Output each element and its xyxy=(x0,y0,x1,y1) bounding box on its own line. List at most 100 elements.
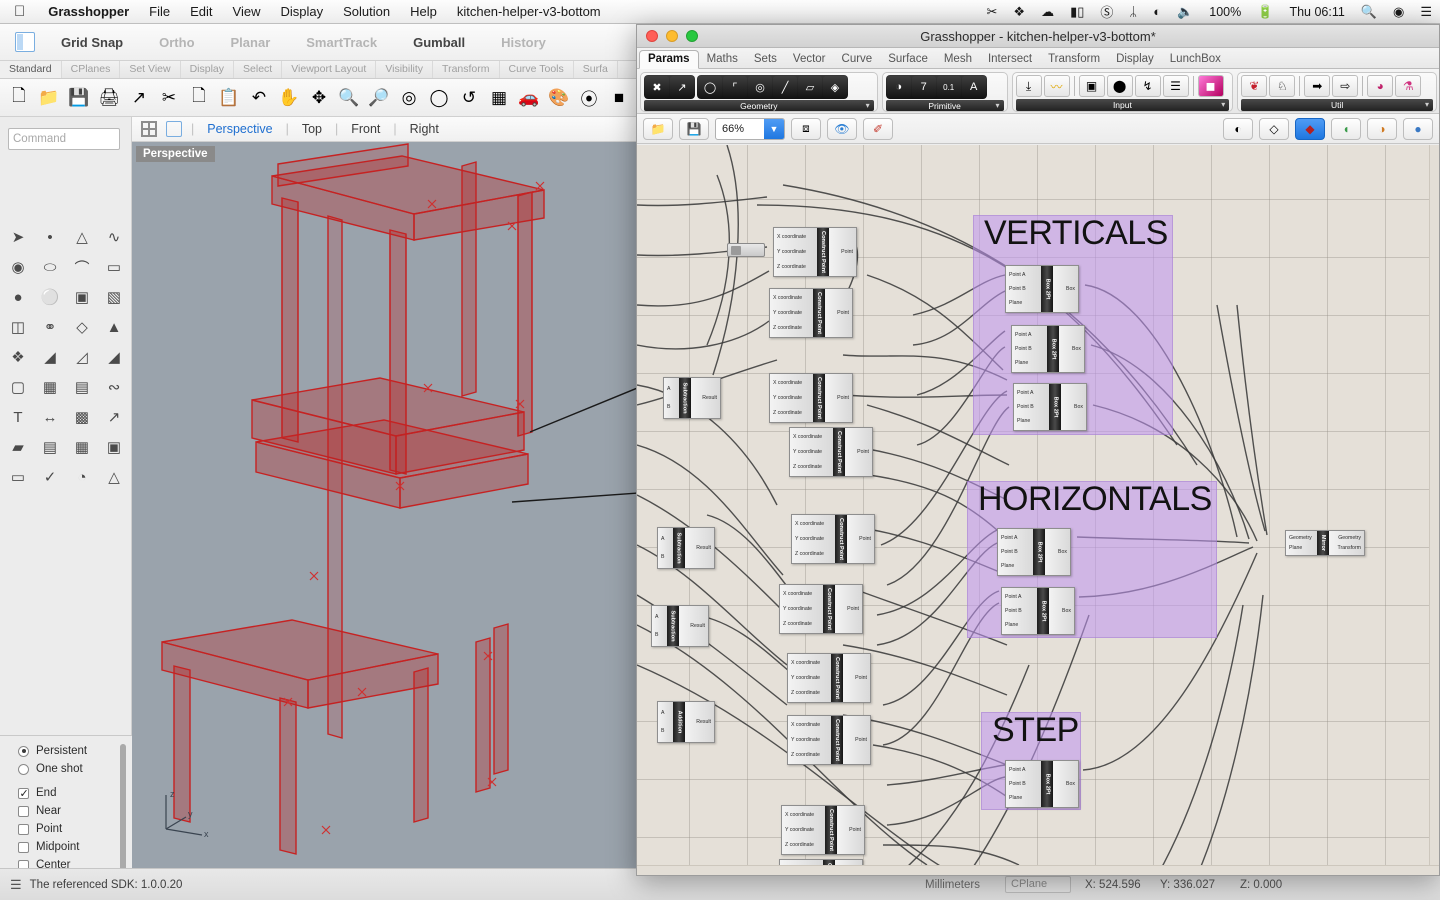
primitive-expand-icon[interactable]: ▾ xyxy=(996,101,1000,110)
grasshopper-title-bar[interactable]: Grasshopper - kitchen-helper-v3-bottom* xyxy=(637,25,1439,48)
sub1-input-b[interactable]: B xyxy=(667,404,670,410)
bh1-input-plane[interactable]: Plane xyxy=(1001,563,1014,569)
open-folder-icon[interactable]: 📁 xyxy=(34,83,64,113)
bv3-input-point-a[interactable]: Point A xyxy=(1017,390,1033,396)
sphere-preview-icon[interactable]: ● xyxy=(1403,118,1433,140)
cp5-input-x[interactable]: X coordinate xyxy=(795,521,824,527)
cp7-input-x[interactable]: X coordinate xyxy=(791,660,820,666)
gh-tab-transform[interactable]: Transform xyxy=(1040,51,1108,68)
bh2-name[interactable]: Box 2Pt xyxy=(1037,587,1049,635)
volume-icon[interactable]: 🔈 xyxy=(1169,4,1201,20)
dim-icon[interactable]: ↔ xyxy=(34,402,66,432)
rhino-tab-surface[interactable]: Surfa xyxy=(574,61,618,78)
cp1-input-y[interactable]: Y coordinate xyxy=(777,249,806,255)
bv2-output-box[interactable]: Box xyxy=(1072,346,1081,352)
shaded-preview-icon[interactable]: ◆ xyxy=(1295,118,1325,140)
shade-icon[interactable]: ◔ xyxy=(66,462,98,492)
minimize-button[interactable] xyxy=(666,30,678,42)
colour-picker-icon[interactable]: ◼ xyxy=(1198,75,1224,97)
sub2-output-result[interactable]: Result xyxy=(696,545,711,551)
checkbox-end[interactable] xyxy=(18,788,29,799)
component-construct-point-6[interactable]: X coordinate Y coordinate Z coordinate C… xyxy=(779,584,863,634)
mirror-input-geometry[interactable]: Geometry xyxy=(1289,535,1312,541)
gh-tab-maths[interactable]: Maths xyxy=(699,51,746,68)
grid-icon[interactable]: ▦ xyxy=(484,83,514,113)
component-construct-point-7[interactable]: X coordinate Y coordinate Z coordinate C… xyxy=(787,653,871,703)
cp4-input-z[interactable]: Z coordinate xyxy=(793,464,822,470)
block-icon[interactable]: ▣ xyxy=(98,432,130,462)
gh-tab-intersect[interactable]: Intersect xyxy=(980,51,1040,68)
gh-tab-sets[interactable]: Sets xyxy=(746,51,785,68)
component-box2pt-step-1[interactable]: Point A Point B Plane Box 2Pt Box xyxy=(1005,760,1079,808)
cp8-name[interactable]: Construct Point xyxy=(831,715,843,765)
cp8-input-z[interactable]: Z coordinate xyxy=(791,752,820,758)
cp4-input-y[interactable]: Y coordinate xyxy=(793,449,822,455)
bv1-name[interactable]: Box 2Pt xyxy=(1041,265,1053,313)
add1-name[interactable]: Addition xyxy=(673,701,685,743)
component-box2pt-horizontal-2[interactable]: Point A Point B Plane Box 2Pt Box xyxy=(1001,587,1075,635)
sweep-icon[interactable]: ∾ xyxy=(98,372,130,402)
rhino-tab-visibility[interactable]: Visibility xyxy=(376,61,433,78)
bs1-input-point-b[interactable]: Point B xyxy=(1009,781,1026,787)
geometry-expand-icon[interactable]: ▾ xyxy=(866,101,870,110)
osnap-point[interactable]: Point xyxy=(18,820,132,838)
button-icon[interactable]: ⬤ xyxy=(1107,75,1133,97)
number-slider-component[interactable] xyxy=(727,243,765,257)
cp6-name[interactable]: Construct Point xyxy=(823,584,835,634)
light-icon[interactable]: △ xyxy=(98,462,130,492)
gh-tab-lunchbox[interactable]: LunchBox xyxy=(1162,51,1229,68)
component-mirror[interactable]: Geometry Plane Mirror Geometry Transform xyxy=(1285,530,1365,556)
input-expand-icon[interactable]: ▾ xyxy=(1221,100,1225,109)
rhino-tab-cplanes[interactable]: CPlanes xyxy=(62,61,121,78)
dropbox-icon[interactable]: ❖ xyxy=(1005,4,1033,20)
bh2-output-box[interactable]: Box xyxy=(1062,608,1071,614)
component-subtraction-1[interactable]: A B Subtraction Result xyxy=(663,377,721,419)
geometry-arrow-icon[interactable]: ↗ xyxy=(670,76,694,98)
menu-item-file[interactable]: File xyxy=(139,4,180,19)
bv1-input-point-b[interactable]: Point B xyxy=(1009,286,1026,292)
cp2-input-z[interactable]: Z coordinate xyxy=(773,325,802,331)
point-icon[interactable]: • xyxy=(34,222,66,252)
paintbrush-icon[interactable]: ✐ xyxy=(863,118,893,140)
bh1-output-box[interactable]: Box xyxy=(1058,549,1067,555)
bh2-input-plane[interactable]: Plane xyxy=(1005,622,1018,628)
util-expand-icon[interactable]: ▾ xyxy=(1425,100,1429,109)
menu-item-solution[interactable]: Solution xyxy=(333,4,400,19)
zoom-selected-icon[interactable]: 🔎 xyxy=(364,83,394,113)
cp1-input-z[interactable]: Z coordinate xyxy=(777,264,806,270)
osnap-mode-one-shot[interactable]: One shot xyxy=(18,760,132,778)
cp5-name[interactable]: Construct Point xyxy=(835,514,847,564)
bh2-input-point-a[interactable]: Point A xyxy=(1005,594,1021,600)
add1-output-result[interactable]: Result xyxy=(696,719,711,725)
rhino-tab-set-view[interactable]: Set View xyxy=(120,61,180,78)
toggle-history[interactable]: History xyxy=(501,35,546,50)
solid-icon[interactable]: ▰ xyxy=(2,432,34,462)
control-center-icon[interactable]: ☰ xyxy=(1412,4,1440,20)
curve-icon[interactable]: ∿ xyxy=(98,222,130,252)
command-input[interactable]: Command xyxy=(8,128,120,150)
sub3-name[interactable]: Subtraction xyxy=(667,605,679,647)
hatch-icon[interactable]: ▩ xyxy=(66,402,98,432)
boolean-toggle-icon[interactable]: ▣ xyxy=(1079,75,1105,97)
bs1-input-plane[interactable]: Plane xyxy=(1009,795,1022,801)
gh-tab-mesh[interactable]: Mesh xyxy=(936,51,980,68)
wifi-icon[interactable]: ◐ xyxy=(1145,4,1169,19)
rhino-tab-curve-tools[interactable]: Curve Tools xyxy=(500,61,574,78)
bv1-input-plane[interactable]: Plane xyxy=(1009,300,1022,306)
viewport-tab-front[interactable]: Front xyxy=(347,122,384,136)
circle-icon[interactable]: ◉ xyxy=(2,252,34,282)
loft-icon[interactable]: ▧ xyxy=(98,282,130,312)
cp2-output-point[interactable]: Point xyxy=(837,310,849,316)
cp5-input-y[interactable]: Y coordinate xyxy=(795,536,824,542)
surface-param-icon[interactable]: ◎ xyxy=(748,76,772,98)
viewport-tab-perspective[interactable]: Perspective xyxy=(203,122,276,136)
siri-icon[interactable]: ◉ xyxy=(1385,4,1412,20)
component-box2pt-horizontal-1[interactable]: Point A Point B Plane Box 2Pt Box xyxy=(997,528,1071,576)
compute-icon[interactable]: ◑ xyxy=(1367,118,1397,140)
cp6-input-x[interactable]: X coordinate xyxy=(783,591,812,597)
surface-icon[interactable]: ▢ xyxy=(2,372,34,402)
check-icon[interactable]: ✓ xyxy=(34,462,66,492)
geometry-cross-icon[interactable]: ✖ xyxy=(645,76,669,98)
bv1-output-box[interactable]: Box xyxy=(1066,286,1075,292)
cut-icon[interactable]: ✂ xyxy=(154,83,184,113)
